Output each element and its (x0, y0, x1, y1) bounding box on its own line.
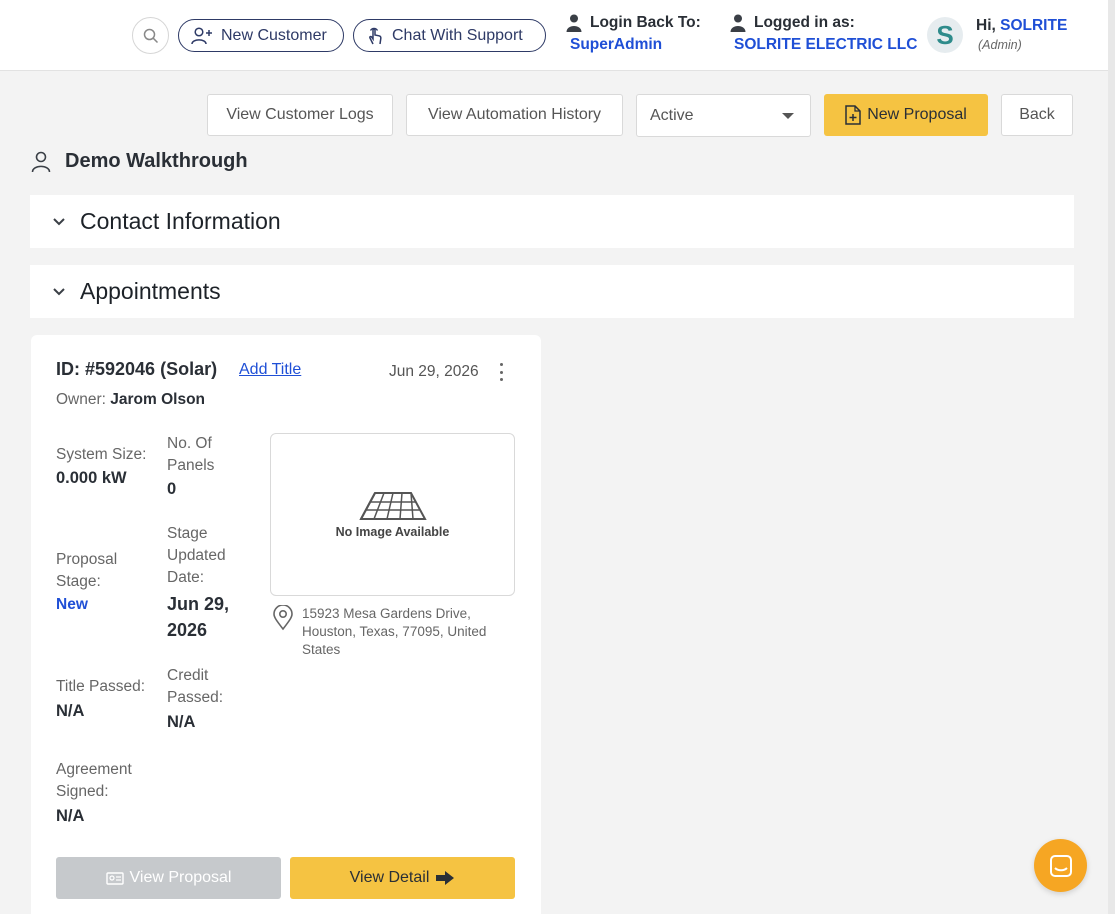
top-header: New Customer Chat With Support Login Bac… (0, 0, 1108, 71)
chat-support-label: Chat With Support (392, 26, 523, 44)
status-select[interactable]: Active (636, 94, 811, 137)
user-name: SOLRITE (1000, 17, 1068, 34)
scrollbar[interactable] (1108, 0, 1115, 914)
appointments-section[interactable]: Appointments (30, 265, 1074, 318)
map-pin-icon (273, 605, 293, 631)
stage-updated-value: Jun 29, 2026 (167, 594, 230, 640)
view-detail-label: View Detail (349, 869, 430, 886)
person-icon (566, 14, 582, 32)
greeting: Hi, SOLRITE (976, 17, 1067, 35)
person-icon (730, 14, 746, 32)
credit-passed-value: N/A (167, 713, 196, 731)
add-title-link[interactable]: Add Title (239, 361, 301, 379)
logged-in-block: Logged in as: SOLRITE ELECTRIC LLC (730, 14, 917, 54)
title-passed-value: N/A (56, 702, 85, 720)
chevron-down-icon (53, 217, 65, 225)
caret-down-icon (782, 112, 794, 119)
panels-label: No. Of Panels (167, 435, 215, 474)
person-outline-icon (31, 151, 51, 172)
view-proposal-button[interactable]: View Proposal (56, 857, 281, 899)
contact-information-title: Contact Information (80, 208, 281, 234)
user-plus-icon (191, 26, 212, 44)
chat-icon (1049, 854, 1072, 877)
chevron-down-icon (53, 287, 65, 295)
new-customer-button[interactable]: New Customer (178, 19, 344, 52)
proposal-stage-label: Proposal Stage: (56, 551, 118, 590)
appointment-date: Jun 29, 2026 (389, 363, 479, 380)
login-back-label: Login Back To: (590, 14, 701, 31)
property-image-placeholder: No Image Available (270, 433, 515, 596)
id-card-icon (105, 872, 124, 885)
customer-heading: Demo Walkthrough (31, 150, 248, 173)
file-plus-icon (845, 105, 861, 125)
view-customer-logs-button[interactable]: View Customer Logs (207, 94, 393, 136)
owner-name: Jarom Olson (110, 391, 206, 408)
logged-in-company: SOLRITE ELECTRIC LLC (734, 36, 918, 53)
roof-panel-icon (358, 491, 427, 520)
logged-in-label: Logged in as: (754, 14, 855, 31)
search-button[interactable] (132, 17, 169, 54)
contact-information-section[interactable]: Contact Information (30, 195, 1074, 248)
agreement-signed-value: N/A (56, 807, 85, 825)
new-proposal-label: New Proposal (867, 106, 967, 123)
no-image-caption: No Image Available (335, 524, 450, 539)
arrow-right-icon (436, 871, 455, 885)
panels-value: 0 (167, 480, 177, 498)
system-size-label: System Size: (56, 446, 147, 463)
appointment-card: ID: #592046 (Solar) Add Title Jun 29, 20… (31, 335, 541, 914)
agreement-signed-label: Agreement Signed: (56, 761, 132, 800)
stage-updated-label: Stage Updated Date: (167, 525, 226, 586)
back-button[interactable]: Back (1001, 94, 1073, 136)
hand-icon (369, 27, 382, 44)
title-passed-label: Title Passed: (56, 678, 146, 695)
chat-support-button[interactable]: Chat With Support (353, 19, 546, 52)
more-options-icon[interactable] (497, 363, 505, 381)
owner-label: Owner: (56, 391, 106, 408)
proposal-stage-value: New (56, 596, 88, 613)
search-icon (143, 28, 158, 43)
owner-line: Owner: Jarom Olson (56, 391, 205, 409)
appointments-title: Appointments (80, 278, 221, 304)
system-size-value: 0.000 kW (56, 469, 127, 487)
new-customer-label: New Customer (221, 26, 327, 44)
avatar[interactable]: S (927, 17, 963, 53)
chat-widget-button[interactable] (1034, 839, 1087, 892)
customer-name: Demo Walkthrough (65, 150, 248, 172)
view-detail-button[interactable]: View Detail (290, 857, 515, 899)
user-role: (Admin) (978, 38, 1022, 52)
new-proposal-button[interactable]: New Proposal (824, 94, 988, 136)
greeting-text: Hi, (976, 17, 996, 34)
address-block: 15923 Mesa Gardens Drive, Houston, Texas… (272, 605, 502, 659)
view-proposal-label: View Proposal (129, 869, 232, 886)
view-automation-history-button[interactable]: View Automation History (406, 94, 623, 136)
credit-passed-label: Credit Passed: (167, 667, 224, 706)
address-text: 15923 Mesa Gardens Drive, Houston, Texas… (302, 606, 487, 657)
appointment-id: ID: #592046 (Solar) (56, 359, 218, 379)
login-back-link[interactable]: SuperAdmin (566, 36, 701, 54)
avatar-letter: S (936, 19, 954, 50)
login-back-block: Login Back To: SuperAdmin (566, 14, 701, 54)
status-value: Active (650, 106, 694, 124)
